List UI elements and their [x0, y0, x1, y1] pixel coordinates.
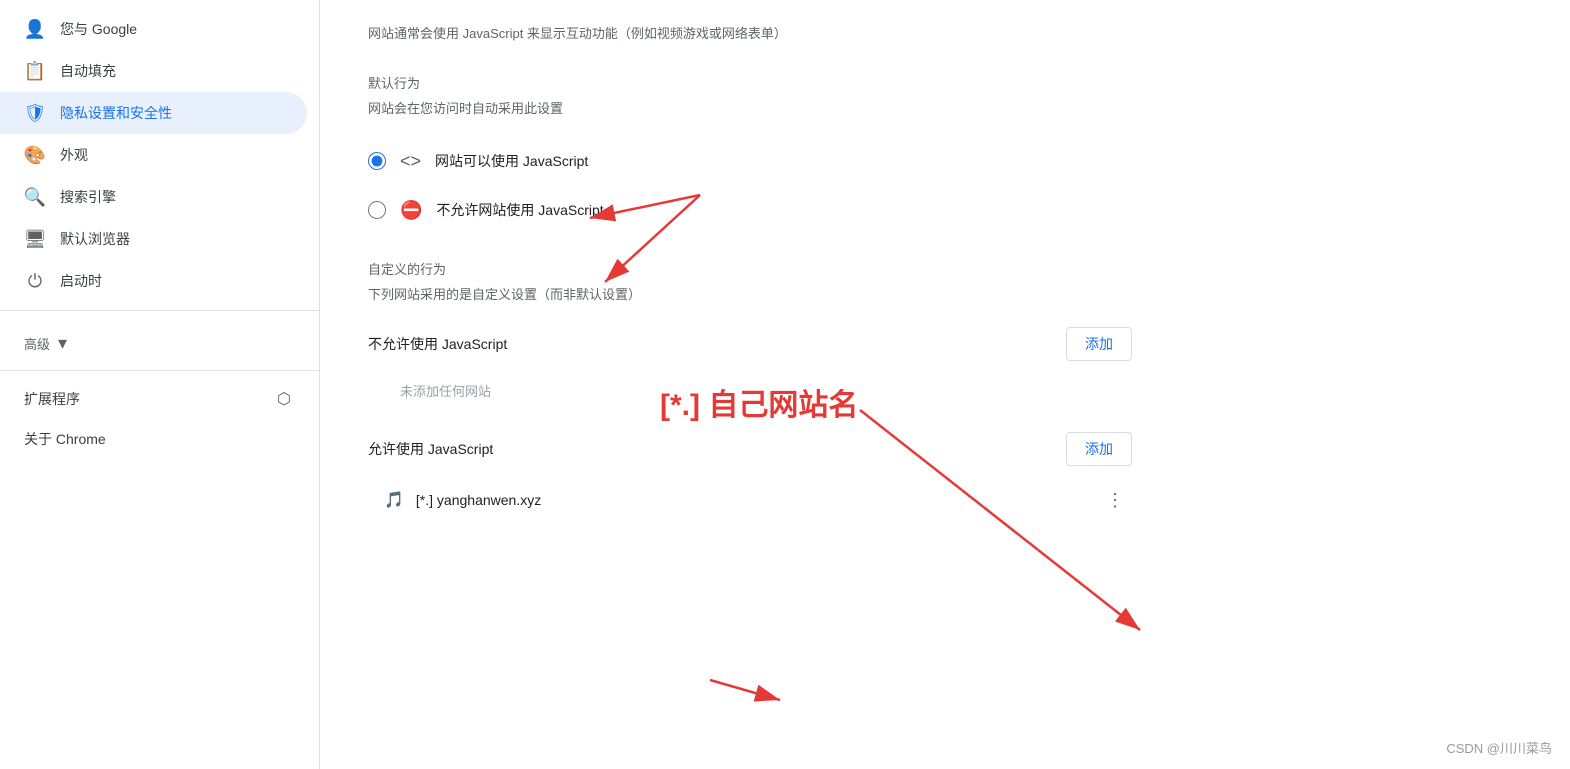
site-entry: 🎵 [*.] yanghanwen.xyz ⋮	[368, 478, 1132, 523]
external-link-icon: ⬡	[277, 389, 291, 409]
site-name: [*.] yanghanwen.xyz	[416, 492, 1086, 508]
music-icon: 🎵	[384, 490, 404, 510]
code-icon: <>	[400, 151, 421, 172]
sidebar-divider2	[0, 370, 319, 371]
startup-icon: ⏻	[24, 270, 46, 292]
not-allow-title: 不允许使用 JavaScript	[368, 334, 507, 354]
sidebar-label-about: 关于 Chrome	[24, 429, 291, 449]
sidebar-label-autofill: 自动填充	[60, 61, 291, 81]
custom-behavior-subtitle: 下列网站采用的是自定义设置（而非默认设置）	[368, 284, 1132, 303]
allow-add-button[interactable]: 添加	[1066, 432, 1132, 466]
radio-allow-js[interactable]: <> 网站可以使用 JavaScript	[368, 137, 1132, 186]
default-behavior-subtitle: 网站会在您访问时自动采用此设置	[368, 98, 1132, 117]
content-area: 网站通常会使用 JavaScript 来显示互动功能（例如视频游戏或网络表单） …	[320, 0, 1180, 571]
sidebar-item-search[interactable]: 🔍 搜索引擎	[0, 176, 307, 218]
intro-text: 网站通常会使用 JavaScript 来显示互动功能（例如视频游戏或网络表单）	[368, 24, 1132, 45]
appearance-icon: 🎨	[24, 144, 46, 166]
advanced-label: 高级	[24, 334, 50, 353]
browser-icon: 🖥	[24, 228, 46, 250]
sidebar-advanced-section[interactable]: 高级 ▾	[0, 319, 319, 362]
not-allow-add-button[interactable]: 添加	[1066, 327, 1132, 361]
watermark: CSDN @川川菜鸟	[1446, 738, 1552, 757]
default-behavior-title: 默认行为	[368, 73, 1132, 92]
autofill-icon: 📋	[24, 60, 46, 82]
allow-title: 允许使用 JavaScript	[368, 439, 493, 459]
block-icon: ⛔	[400, 200, 422, 221]
sidebar-label-privacy: 隐私设置和安全性	[60, 103, 291, 123]
sidebar-item-autofill[interactable]: 📋 自动填充	[0, 50, 307, 92]
sidebar-item-about[interactable]: 关于 Chrome	[0, 419, 307, 459]
custom-behavior-title: 自定义的行为	[368, 259, 1132, 278]
sidebar-label-startup: 启动时	[60, 271, 291, 291]
sidebar-item-google[interactable]: 👤 您与 Google	[0, 8, 307, 50]
person-icon: 👤	[24, 18, 46, 40]
radio-deny-js[interactable]: ⛔ 不允许网站使用 JavaScript	[368, 186, 1132, 235]
main-content: 网站通常会使用 JavaScript 来显示互动功能（例如视频游戏或网络表单） …	[320, 0, 1570, 769]
sidebar-item-appearance[interactable]: 🎨 外观	[0, 134, 307, 176]
sidebar-item-browser[interactable]: 🖥 默认浏览器	[0, 218, 307, 260]
sidebar-label-appearance: 外观	[60, 145, 291, 165]
annotation-text: [*.] 自己网站名	[660, 380, 858, 424]
allow-header: 允许使用 JavaScript 添加	[368, 432, 1132, 466]
sidebar-item-extensions[interactable]: 扩展程序 ⬡	[0, 379, 307, 419]
sidebar-label-browser: 默认浏览器	[60, 229, 291, 249]
sidebar: 👤 您与 Google 📋 自动填充 🛡 隐私设置和安全性 🎨 外观 🔍 搜索引…	[0, 0, 320, 769]
sidebar-label-search: 搜索引擎	[60, 187, 291, 207]
search-icon: 🔍	[24, 186, 46, 208]
chevron-down-icon: ▾	[58, 333, 67, 354]
sidebar-label-google: 您与 Google	[60, 19, 291, 39]
sidebar-divider	[0, 310, 319, 311]
radio-allow-label: 网站可以使用 JavaScript	[435, 151, 588, 171]
content-wrapper: 网站通常会使用 JavaScript 来显示互动功能（例如视频游戏或网络表单） …	[320, 0, 1570, 571]
sidebar-item-privacy[interactable]: 🛡 隐私设置和安全性	[0, 92, 307, 134]
allow-block: 允许使用 JavaScript 添加 🎵 [*.] yanghanwen.xyz…	[368, 432, 1132, 523]
radio-deny-input[interactable]	[368, 201, 386, 219]
not-allow-header: 不允许使用 JavaScript 添加	[368, 327, 1132, 361]
sidebar-item-startup[interactable]: ⏻ 启动时	[0, 260, 307, 302]
shield-icon: 🛡	[24, 102, 46, 124]
radio-allow-input[interactable]	[368, 152, 386, 170]
more-options-icon[interactable]: ⋮	[1098, 486, 1132, 515]
radio-deny-label: 不允许网站使用 JavaScript	[436, 200, 603, 220]
sidebar-label-extensions: 扩展程序	[24, 389, 263, 409]
